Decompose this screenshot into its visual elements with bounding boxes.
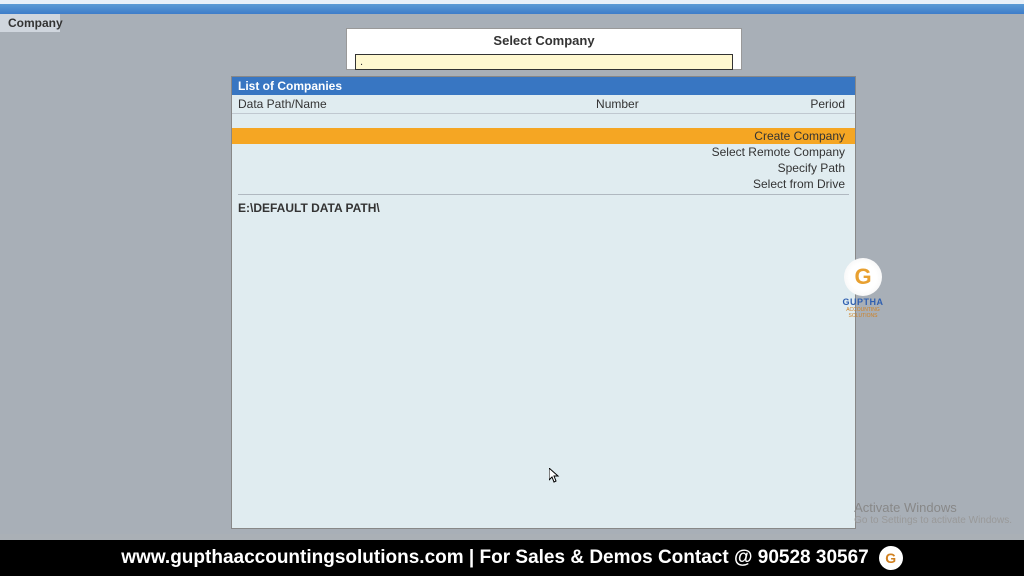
windows-activation-watermark: Activate Windows Go to Settings to activ… <box>854 500 1012 526</box>
logo-brand-text: GUPTHA <box>837 297 889 307</box>
list-header: List of Companies <box>232 77 855 95</box>
logo-tagline: ACCOUNTING SOLUTIONS <box>837 307 889 319</box>
select-remote-company-option[interactable]: Select Remote Company <box>232 144 855 160</box>
footer-text: www.gupthaaccountingsolutions.com | For … <box>121 547 868 569</box>
list-column-headers: Data Path/Name Number Period <box>232 95 855 114</box>
guptha-logo-badge: G GUPTHA ACCOUNTING SOLUTIONS <box>837 258 889 310</box>
list-of-companies-panel: List of Companies Data Path/Name Number … <box>231 76 856 529</box>
default-data-path: E:\DEFAULT DATA PATH\ <box>232 197 855 219</box>
logo-icon: G <box>844 258 882 296</box>
select-company-panel: Select Company . <box>346 28 742 70</box>
company-section-label: Company <box>0 14 60 32</box>
column-data-path-name: Data Path/Name <box>238 97 542 111</box>
watermark-subtitle: Go to Settings to activate Windows. <box>854 515 1012 526</box>
select-company-input[interactable]: . <box>355 54 733 70</box>
column-number: Number <box>542 97 694 111</box>
create-company-option[interactable]: Create Company <box>232 128 855 144</box>
select-from-drive-option[interactable]: Select from Drive <box>232 176 855 192</box>
column-period: Period <box>693 97 849 111</box>
footer-banner: www.gupthaaccountingsolutions.com | For … <box>0 540 1024 576</box>
spacer <box>232 114 855 128</box>
ribbon-bar <box>0 4 1024 14</box>
divider <box>238 194 849 195</box>
select-company-title: Select Company <box>347 29 741 52</box>
watermark-title: Activate Windows <box>854 500 1012 515</box>
specify-path-option[interactable]: Specify Path <box>232 160 855 176</box>
footer-logo-icon: G <box>879 546 903 570</box>
